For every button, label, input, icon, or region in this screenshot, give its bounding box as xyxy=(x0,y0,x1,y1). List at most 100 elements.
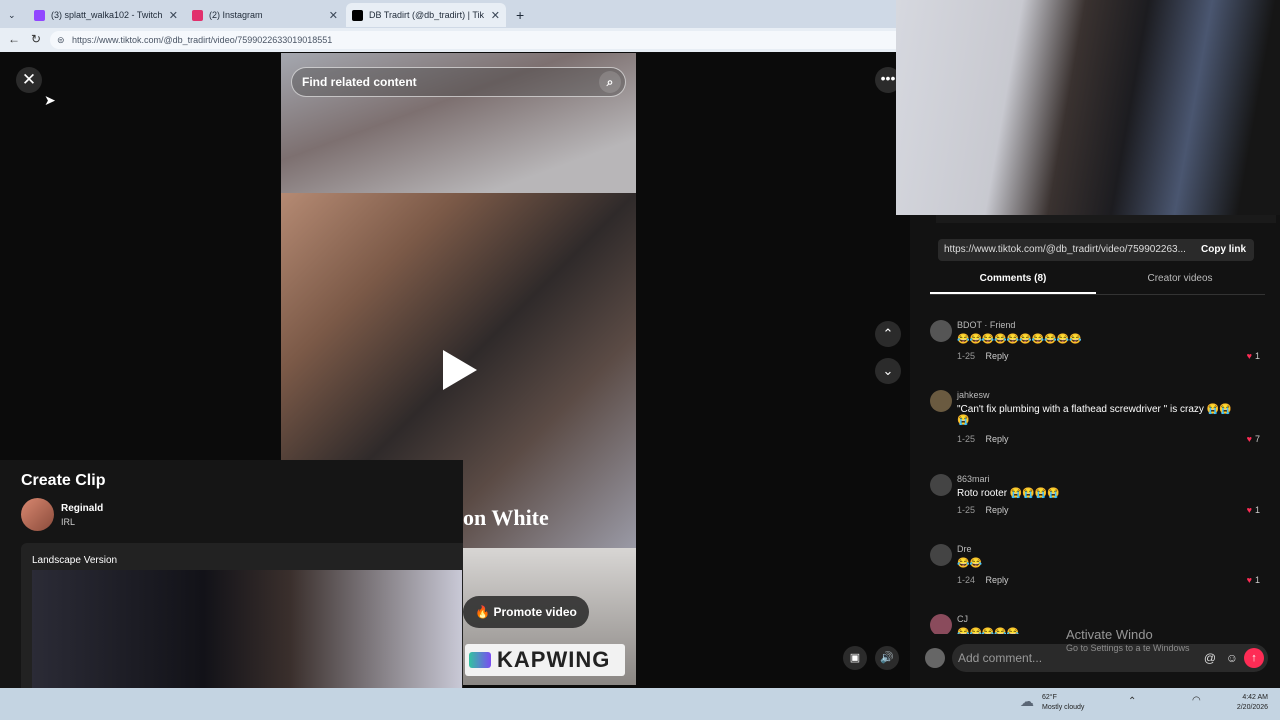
webcam-overlay xyxy=(896,0,1280,215)
copy-link-button[interactable]: Copy link xyxy=(1201,239,1246,261)
mouse-cursor-icon: ➤ xyxy=(44,92,56,108)
tab-creator-videos[interactable]: Creator videos xyxy=(1110,273,1250,284)
avatar[interactable] xyxy=(930,544,952,566)
emoji-icon[interactable]: ☺ xyxy=(1226,644,1238,672)
comment-date: 1-25 xyxy=(957,505,976,515)
like-count: 7 xyxy=(1254,434,1260,444)
weather-desc: Mostly cloudy xyxy=(1042,704,1085,711)
like-count: 1 xyxy=(1254,505,1260,515)
weather-widget[interactable]: 62°F Mostly cloudy xyxy=(1042,693,1084,713)
clip-version-label: Landscape Version xyxy=(32,555,118,566)
tab-twitch[interactable]: (3) splatt_walka102 - Twitch ✕ xyxy=(28,3,184,27)
kapwing-logo-icon xyxy=(469,652,491,668)
add-comment-placeholder: Add comment... xyxy=(958,651,1043,665)
wifi-icon[interactable]: ◠ xyxy=(1192,695,1201,706)
windows-activation-sub: Go to Settings to a te Windows xyxy=(1066,643,1190,653)
kapwing-watermark: KAPWING xyxy=(465,644,625,676)
kapwing-label: KAPWING xyxy=(497,647,611,672)
comment-meta: 1-25 Reply xyxy=(957,351,1009,361)
volume-icon[interactable]: 🔊 xyxy=(875,646,899,670)
new-tab-button[interactable]: + xyxy=(510,3,530,27)
related-search-input[interactable]: Find related content ⌕ xyxy=(291,67,626,97)
like-count: 1 xyxy=(1254,351,1260,361)
reply-button[interactable]: Reply xyxy=(986,575,1009,585)
clip-category: IRL xyxy=(61,517,76,527)
search-placeholder: Find related content xyxy=(302,75,417,89)
url-text: https://www.tiktok.com/@db_tradirt/video… xyxy=(72,35,333,45)
comment-author[interactable]: jahkesw xyxy=(957,390,990,400)
play-icon[interactable] xyxy=(443,350,477,390)
promote-video-button[interactable]: 🔥 Promote video xyxy=(463,596,589,628)
comment-author[interactable]: 863mari xyxy=(957,474,990,484)
tab-list-button[interactable]: ⌄ xyxy=(2,3,24,27)
instagram-icon xyxy=(192,9,203,21)
heart-icon: ♥ xyxy=(1246,351,1252,361)
promote-label: Promote video xyxy=(493,605,577,619)
like-button[interactable]: ♥ 1 xyxy=(1247,505,1260,515)
cloud-icon: ☁ xyxy=(1020,693,1034,709)
comment-author[interactable]: CJ xyxy=(957,614,968,624)
like-button[interactable]: ♥ 1 xyxy=(1247,575,1260,585)
avatar xyxy=(21,498,54,531)
clock-date: 2/20/2026 xyxy=(1236,704,1268,711)
comment-text: Roto rooter 😭😭😭😭 xyxy=(957,488,1060,499)
comment-author[interactable]: BDOT · Friend xyxy=(957,320,1015,330)
avatar[interactable] xyxy=(930,390,952,412)
comment-item: jahkesw "Can't fix plumbing with a flath… xyxy=(930,390,1270,470)
heart-icon: ♥ xyxy=(1246,434,1252,444)
reply-button[interactable]: Reply xyxy=(986,351,1009,361)
tab-tiktok-title: DB Tradirt (@db_tradirt) | Tik xyxy=(369,10,485,20)
heart-icon: ♥ xyxy=(1246,575,1252,585)
tab-instagram-title: (2) Instagram xyxy=(209,10,263,20)
tab-instagram[interactable]: (2) Instagram ✕ xyxy=(186,3,344,27)
chevron-up-icon[interactable]: ⌃ xyxy=(875,321,901,347)
clip-title: Create Clip xyxy=(21,472,106,489)
tab-comments[interactable]: Comments (8) xyxy=(930,273,1096,284)
windows-taskbar xyxy=(0,688,1280,720)
chevron-up-icon[interactable]: ⌃ xyxy=(1128,696,1136,707)
chevron-down-icon[interactable]: ⌄ xyxy=(875,358,901,384)
avatar[interactable] xyxy=(930,320,952,342)
video-overlay-text: on White xyxy=(463,505,549,530)
heart-icon: ♥ xyxy=(1246,505,1252,515)
taskbar-clock[interactable]: 4:42 AM 2/20/2026 xyxy=(1222,693,1268,713)
site-info-icon[interactable]: ⊜ xyxy=(57,31,65,49)
tabs-divider xyxy=(930,294,1265,295)
comment-author[interactable]: Dre xyxy=(957,544,972,554)
like-button[interactable]: ♥ 1 xyxy=(1247,351,1260,361)
reply-button[interactable]: Reply xyxy=(986,434,1009,444)
comment-text: 😂😂😂😂😂😂😂😂😂😂 xyxy=(957,334,1082,345)
avatar[interactable] xyxy=(930,614,952,634)
close-tab-icon[interactable]: ✕ xyxy=(169,9,178,22)
like-count: 1 xyxy=(1254,575,1260,585)
url-field[interactable]: ⊜ https://www.tiktok.com/@db_tradirt/vid… xyxy=(50,31,910,49)
close-tab-icon[interactable]: ✕ xyxy=(329,9,338,22)
flame-icon: 🔥 xyxy=(475,605,491,619)
like-button[interactable]: ♥ 7 xyxy=(1247,434,1260,444)
back-arrow-icon[interactable]: ← xyxy=(8,32,20,46)
action-row xyxy=(936,215,1276,223)
avatar xyxy=(925,648,945,668)
close-tab-icon[interactable]: ✕ xyxy=(491,9,500,22)
clock-time: 4:42 AM xyxy=(1242,694,1268,701)
comment-date: 1-24 xyxy=(957,575,976,585)
windows-activation-title: Activate Windo xyxy=(1066,627,1153,642)
tab-tiktok[interactable]: DB Tradirt (@db_tradirt) | Tik ✕ xyxy=(346,3,506,27)
comment-meta: 1-25 Reply xyxy=(957,505,1009,515)
reload-icon[interactable]: ↻ xyxy=(31,32,41,46)
comment-date: 1-25 xyxy=(957,434,976,444)
weather-temp: 62°F xyxy=(1042,694,1057,701)
twitch-icon xyxy=(34,9,45,21)
avatar[interactable] xyxy=(930,474,952,496)
tab-twitch-title: (3) splatt_walka102 - Twitch xyxy=(51,10,163,20)
comment-meta: 1-24 Reply xyxy=(957,575,1009,585)
reply-button[interactable]: Reply xyxy=(986,505,1009,515)
send-icon[interactable]: ↑ xyxy=(1244,648,1264,668)
mention-icon[interactable]: @ xyxy=(1204,644,1216,672)
search-icon[interactable]: ⌕ xyxy=(599,71,621,93)
mini-player-icon[interactable]: ▣ xyxy=(843,646,867,670)
comment-item: BDOT · Friend 😂😂😂😂😂😂😂😂😂😂 1-25 Reply ♥ 1 xyxy=(930,320,1270,384)
close-icon[interactable]: ✕ xyxy=(16,67,42,93)
comment-date: 1-25 xyxy=(957,351,976,361)
comment-meta: 1-25 Reply xyxy=(957,434,1009,444)
